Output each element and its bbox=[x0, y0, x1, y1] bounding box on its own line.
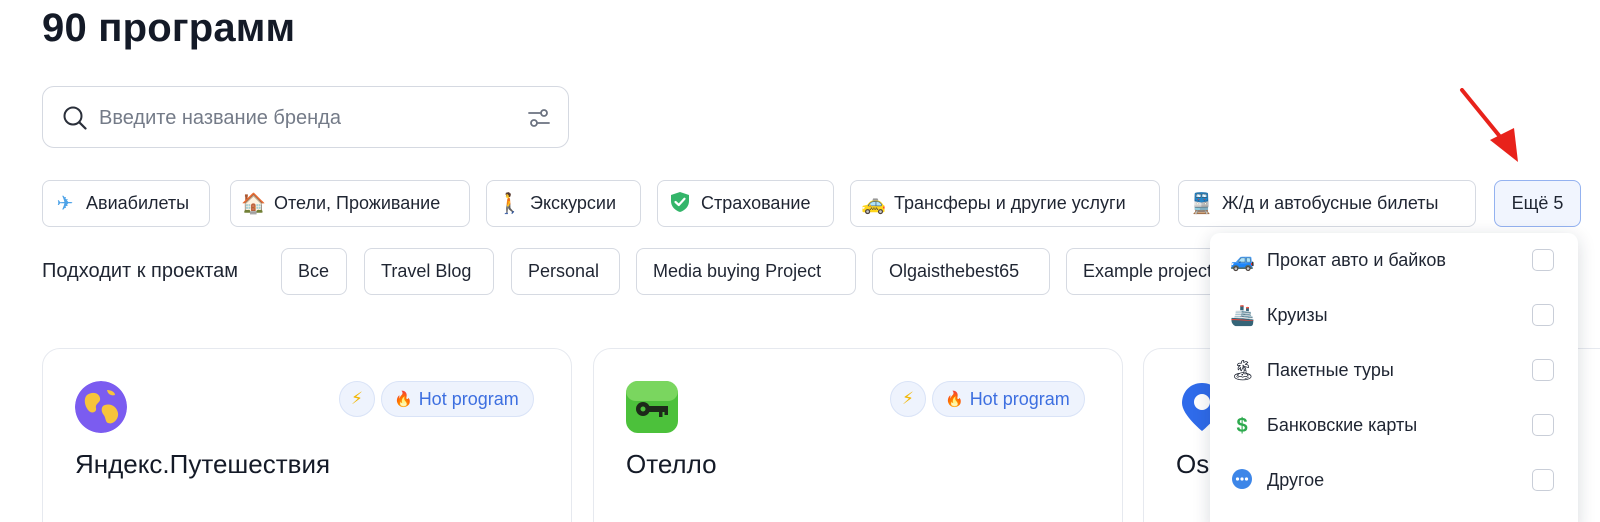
hot-program-label: Hot program bbox=[418, 388, 519, 409]
program-card[interactable]: ⚡ 🔥 Hot program Яндекс.Путешествия bbox=[42, 348, 572, 522]
dropdown-item-label: Круизы bbox=[1267, 305, 1328, 325]
category-chip-flights[interactable]: ✈ Авиабилеты bbox=[42, 180, 210, 227]
fire-icon: 🔥 bbox=[394, 391, 413, 408]
projects-label: Подходит к проектам bbox=[42, 260, 239, 282]
category-chip-hotels[interactable]: 🏠 Отели, Проживание bbox=[230, 180, 470, 227]
category-label: Ж/д и автобусные билеты bbox=[1222, 193, 1439, 213]
more-categories-dropdown: 🚙 Прокат авто и байков 🚢 Круизы 🏝 Пакетн… bbox=[1210, 233, 1578, 522]
dropdown-item-other[interactable]: Другое bbox=[1210, 453, 1578, 508]
shield-check-icon bbox=[668, 191, 692, 217]
house-icon: 🏠 bbox=[241, 192, 266, 215]
search-box[interactable] bbox=[42, 86, 569, 148]
airplane-icon: ✈ bbox=[56, 192, 74, 215]
category-chip-trains-buses[interactable]: 🚆 Ж/д и автобусные билеты bbox=[1178, 180, 1476, 227]
walking-person-icon: 🚶 bbox=[497, 192, 522, 215]
search-icon bbox=[63, 106, 87, 130]
category-label: Трансферы и другие услуги bbox=[894, 193, 1126, 213]
page-title: 90 программ bbox=[42, 6, 296, 50]
car-icon: 🚙 bbox=[1230, 249, 1255, 272]
program-name[interactable]: Яндекс.Путешествия bbox=[75, 449, 330, 480]
hot-program-badge: 🔥 Hot program bbox=[381, 381, 534, 417]
train-icon: 🚆 bbox=[1189, 192, 1214, 215]
dollar-icon: $ bbox=[1236, 414, 1248, 437]
project-chip-travel-blog[interactable]: Travel Blog bbox=[364, 248, 494, 295]
project-chip-personal[interactable]: Personal bbox=[511, 248, 620, 295]
search-input[interactable] bbox=[99, 101, 499, 135]
checkbox[interactable] bbox=[1532, 359, 1554, 381]
category-chip-transfers[interactable]: 🚕 Трансферы и другие услуги bbox=[850, 180, 1160, 227]
taxi-icon: 🚕 bbox=[861, 192, 886, 215]
project-chip-media-buying[interactable]: Media buying Project bbox=[636, 248, 856, 295]
dropdown-item-bank-cards[interactable]: $ Банковские карты bbox=[1210, 398, 1578, 453]
fire-icon: 🔥 bbox=[945, 391, 964, 408]
category-chip-excursions[interactable]: 🚶 Экскурсии bbox=[486, 180, 641, 227]
dropdown-item-label: Прокат авто и байков bbox=[1267, 250, 1446, 270]
program-name[interactable]: Os bbox=[1176, 449, 1209, 480]
dropdown-item-label: Банковские карты bbox=[1267, 415, 1418, 435]
category-label: Страхование bbox=[701, 193, 811, 213]
program-card[interactable]: ⚡ 🔥 Hot program Отелло bbox=[593, 348, 1123, 522]
ship-icon: 🚢 bbox=[1230, 304, 1255, 327]
checkbox[interactable] bbox=[1532, 469, 1554, 491]
dropdown-item-label: Пакетные туры bbox=[1267, 360, 1394, 380]
hot-program-label: Hot program bbox=[969, 388, 1070, 409]
dropdown-item-car-rental[interactable]: 🚙 Прокат авто и байков bbox=[1210, 233, 1578, 288]
category-label: Авиабилеты bbox=[86, 193, 190, 213]
category-chip-insurance[interactable]: Страхование bbox=[657, 180, 834, 227]
dropdown-item-label: Другое bbox=[1267, 470, 1325, 490]
category-label: Отели, Проживание bbox=[274, 193, 441, 213]
category-label: Экскурсии bbox=[530, 193, 617, 213]
more-categories-button[interactable]: Ещё 5 bbox=[1494, 180, 1581, 227]
project-chip-all[interactable]: Все bbox=[281, 248, 347, 295]
key-logo bbox=[626, 381, 678, 433]
dropdown-item-cruises[interactable]: 🚢 Круизы bbox=[1210, 288, 1578, 343]
dropdown-item-package-tours[interactable]: 🏝 Пакетные туры bbox=[1210, 343, 1578, 398]
lightning-icon: ⚡ bbox=[339, 381, 375, 417]
lightning-icon: ⚡ bbox=[890, 381, 926, 417]
checkbox[interactable] bbox=[1532, 249, 1554, 271]
beach-umbrella-icon: 🏝 bbox=[1230, 359, 1256, 382]
checkbox[interactable] bbox=[1532, 414, 1554, 436]
project-chip-olgaisthebest65[interactable]: Olgaisthebest65 bbox=[872, 248, 1050, 295]
checkbox[interactable] bbox=[1532, 304, 1554, 326]
red-arrow-icon bbox=[1460, 88, 1518, 162]
filter-sliders-icon[interactable] bbox=[526, 105, 552, 131]
globe-logo bbox=[75, 381, 127, 433]
more-dots-icon bbox=[1230, 468, 1254, 494]
program-name[interactable]: Отелло bbox=[626, 449, 717, 480]
hot-program-badge: 🔥 Hot program bbox=[932, 381, 1085, 417]
